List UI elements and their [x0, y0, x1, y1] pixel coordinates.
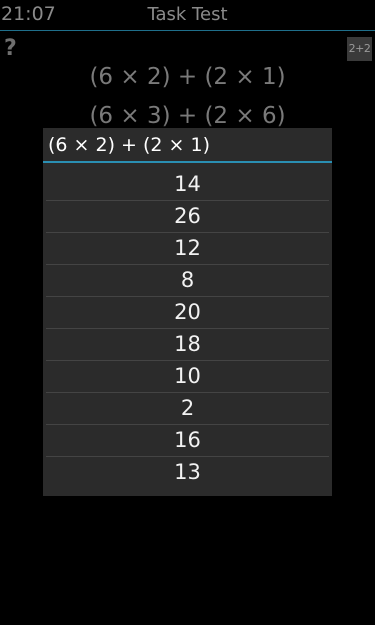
- answer-option[interactable]: 20: [46, 297, 329, 329]
- answer-option[interactable]: 13: [46, 457, 329, 488]
- help-icon[interactable]: ?: [4, 36, 17, 61]
- answer-option[interactable]: 12: [46, 233, 329, 265]
- mode-badge-button[interactable]: 2+2: [347, 37, 372, 61]
- answer-option[interactable]: 26: [46, 201, 329, 233]
- answer-option[interactable]: 16: [46, 425, 329, 457]
- answer-option[interactable]: 8: [46, 265, 329, 297]
- expression-text-2: (6 × 3) + (2 × 6): [89, 103, 286, 129]
- answer-options-list: 14 26 12 8 20 18 10 2 16 13: [43, 163, 332, 488]
- answer-option[interactable]: 14: [46, 169, 329, 201]
- answer-option[interactable]: 10: [46, 361, 329, 393]
- page-title: Task Test: [147, 4, 228, 25]
- answer-option[interactable]: 18: [46, 329, 329, 361]
- app-screen: 21:07 Task Test ? 2+2 (6 × 2) + (2 × 1) …: [0, 0, 375, 625]
- top-bar: 21:07 Task Test: [0, 0, 375, 31]
- answer-option[interactable]: 2: [46, 393, 329, 425]
- answer-dialog: (6 × 2) + (2 × 1) 14 26 12 8 20 18 10 2 …: [43, 128, 332, 496]
- expression-text-1: (6 × 2) + (2 × 1): [89, 64, 286, 90]
- dialog-title: (6 × 2) + (2 × 1): [43, 128, 332, 163]
